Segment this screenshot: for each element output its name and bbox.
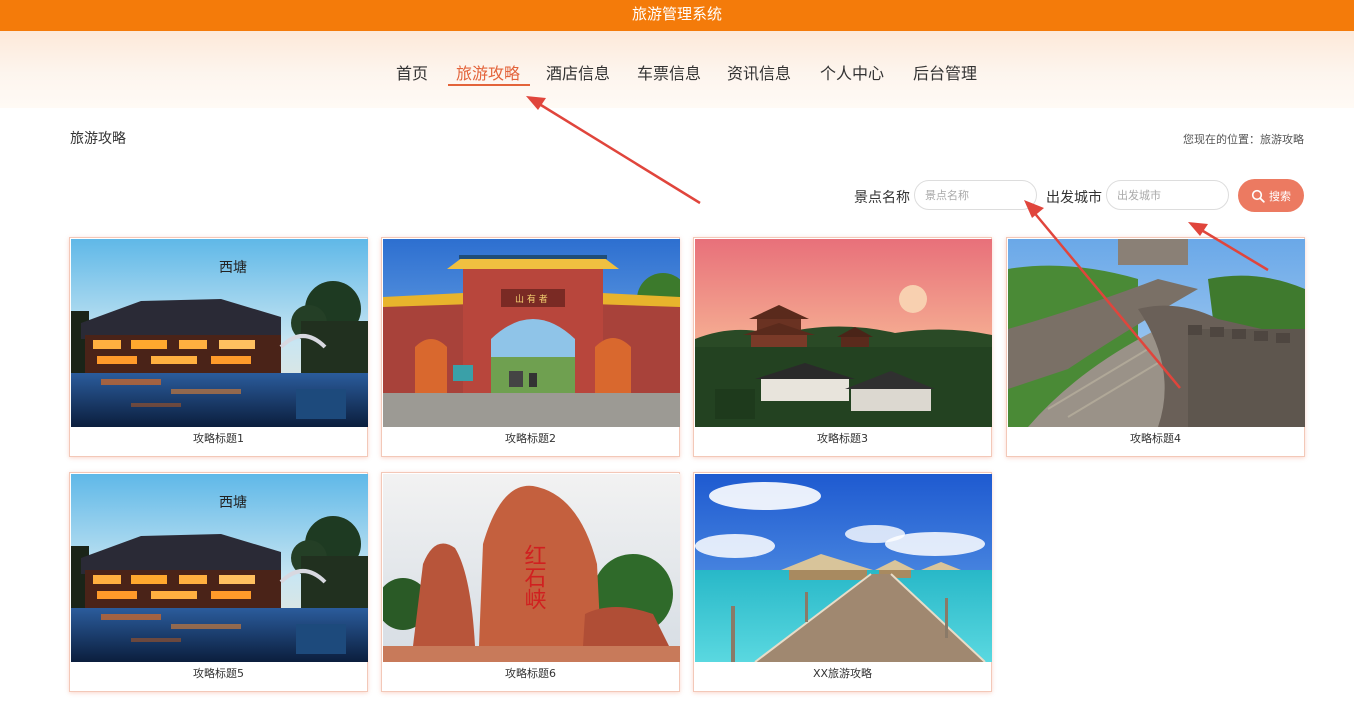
- search-button-label: 搜索: [1269, 189, 1291, 203]
- guide-card-title: 攻略标题4: [1130, 432, 1181, 445]
- guide-card[interactable]: 西塘 攻略标题5: [69, 472, 368, 692]
- guide-card-image: 西塘: [71, 474, 368, 662]
- departure-city-input[interactable]: [1106, 180, 1229, 210]
- guide-card-title: 攻略标题2: [505, 432, 556, 445]
- guide-card-image: 西塘: [71, 239, 368, 427]
- departure-city-label: 出发城市: [1046, 190, 1102, 206]
- nav-item-news[interactable]: 资讯信息: [727, 60, 791, 84]
- guide-card[interactable]: 西塘 攻略标题1: [69, 237, 368, 457]
- guide-card-image: 红石峡: [383, 474, 680, 662]
- spot-name-label: 景点名称: [854, 190, 910, 206]
- guide-card-title: 攻略标题5: [193, 667, 244, 680]
- breadcrumb: 您现在的位置：旅游攻略: [1183, 133, 1304, 146]
- search-icon: [1251, 189, 1265, 203]
- nav-active-underline: [448, 84, 530, 86]
- guide-card[interactable]: XX旅游攻略: [693, 472, 992, 692]
- svg-text:红石峡: 红石峡: [521, 544, 547, 610]
- svg-text:山 有 者: 山 有 者: [515, 293, 548, 305]
- annotation-arrow-nav: [535, 100, 701, 205]
- main-nav: 首页 旅游攻略 酒店信息 车票信息 资讯信息 个人中心 后台管理: [0, 60, 1354, 90]
- nav-item-travel-guide[interactable]: 旅游攻略: [456, 60, 520, 84]
- guide-card-image: 山 有 者: [383, 239, 680, 427]
- nav-item-tickets[interactable]: 车票信息: [637, 60, 701, 84]
- nav-item-hotel[interactable]: 酒店信息: [546, 60, 610, 84]
- nav-item-home[interactable]: 首页: [396, 60, 428, 84]
- top-bar: 旅游管理系统: [0, 0, 1354, 31]
- spot-name-input[interactable]: [914, 180, 1037, 210]
- svg-text:西塘: 西塘: [219, 495, 247, 511]
- search-button[interactable]: 搜索: [1238, 179, 1304, 212]
- nav-item-admin[interactable]: 后台管理: [913, 60, 977, 84]
- guide-card-image: [695, 474, 992, 662]
- nav-item-personal-center[interactable]: 个人中心: [820, 60, 884, 84]
- guide-card-image: [1008, 239, 1305, 427]
- guide-card[interactable]: 山 有 者 攻略标题2: [381, 237, 680, 457]
- page-title: 旅游攻略: [70, 131, 126, 147]
- guide-card[interactable]: 攻略标题4: [1006, 237, 1305, 457]
- guide-card[interactable]: 红石峡 攻略标题6: [381, 472, 680, 692]
- guide-card-title: XX旅游攻略: [812, 667, 873, 680]
- guide-card-title: 攻略标题6: [505, 667, 556, 680]
- svg-text:西塘: 西塘: [219, 260, 247, 276]
- guide-card-image: [695, 239, 992, 427]
- guide-card-title: 攻略标题3: [817, 432, 868, 445]
- app-title: 旅游管理系统: [631, 5, 722, 23]
- guide-card[interactable]: 攻略标题3: [693, 237, 992, 457]
- guide-card-title: 攻略标题1: [193, 432, 244, 445]
- annotation-arrowhead-city-input: [1188, 222, 1208, 236]
